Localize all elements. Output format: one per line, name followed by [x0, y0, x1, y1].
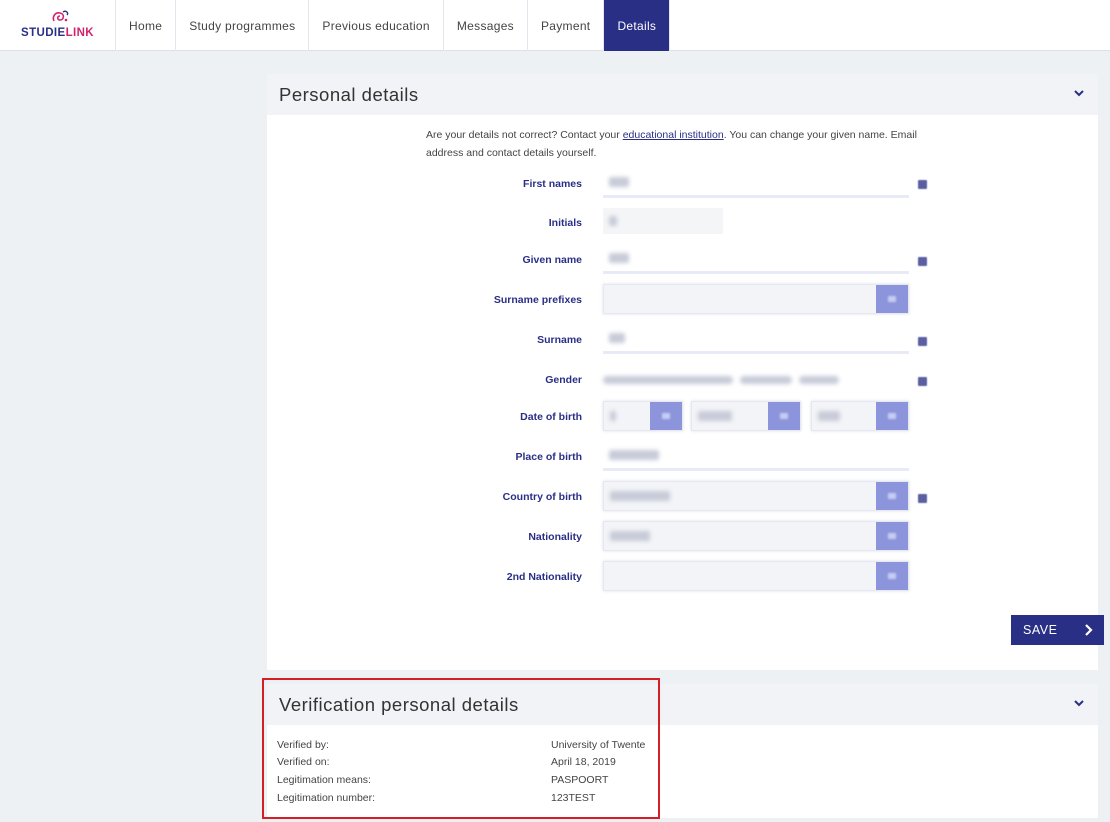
personal-details-header[interactable]: Personal details	[267, 74, 1098, 115]
dropdown-button[interactable]	[768, 402, 800, 430]
given-name-label: Given name	[522, 254, 582, 266]
lock-icon	[918, 494, 927, 503]
first-names-label: First names	[523, 178, 582, 190]
dropdown-button[interactable]	[650, 402, 682, 430]
studielink-logo[interactable]: STUDIELINK	[0, 0, 116, 51]
dropdown-button[interactable]	[876, 482, 908, 510]
second-nationality-label: 2nd Nationality	[506, 571, 582, 583]
surname-input[interactable]	[603, 324, 909, 354]
chevron-down-icon[interactable]	[1072, 696, 1086, 710]
nationality-select[interactable]	[603, 521, 909, 551]
birth-month-select[interactable]	[691, 401, 801, 431]
main-nav: Home Study programmes Previous education…	[116, 0, 671, 51]
birth-year-select[interactable]	[811, 401, 909, 431]
logo-text: STUDIELINK	[21, 27, 95, 39]
highlight-box	[262, 678, 660, 819]
initials-field	[603, 208, 723, 234]
dropdown-button[interactable]	[876, 522, 908, 550]
personal-details-title: Personal details	[279, 84, 419, 105]
chevron-down-icon[interactable]	[1072, 86, 1086, 100]
save-button[interactable]: SAVE	[1011, 615, 1104, 645]
gender-label: Gender	[545, 374, 582, 386]
surname-label: Surname	[537, 334, 582, 346]
dropdown-button[interactable]	[876, 562, 908, 590]
nationality-label: Nationality	[528, 531, 582, 543]
nav-payment[interactable]: Payment	[528, 0, 605, 51]
surname-prefixes-label: Surname prefixes	[493, 294, 582, 306]
educational-institution-link[interactable]: educational institution	[623, 129, 724, 141]
country-of-birth-label: Country of birth	[502, 491, 582, 503]
nav-previous-education[interactable]: Previous education	[309, 0, 444, 51]
date-of-birth-label: Date of birth	[520, 411, 582, 423]
personal-details-panel: Personal details Are your details not co…	[267, 74, 1104, 670]
surname-prefixes-select[interactable]	[603, 284, 909, 314]
given-name-input[interactable]	[603, 244, 909, 274]
nav-details[interactable]: Details	[604, 0, 671, 51]
lock-icon	[918, 337, 927, 346]
nav-study-programmes[interactable]: Study programmes	[176, 0, 310, 51]
chevron-right-icon	[1085, 624, 1093, 636]
place-of-birth-label: Place of birth	[515, 451, 582, 463]
lock-icon	[918, 377, 927, 386]
nav-messages[interactable]: Messages	[444, 0, 528, 51]
country-of-birth-select[interactable]	[603, 481, 909, 511]
dropdown-button[interactable]	[876, 285, 908, 313]
first-names-input[interactable]	[603, 168, 909, 198]
top-bar: STUDIELINK Home Study programmes Previou…	[0, 0, 1110, 51]
place-of-birth-input[interactable]	[603, 441, 909, 471]
gender-radio-group[interactable]	[603, 374, 909, 386]
initials-label: Initials	[548, 217, 582, 229]
dropdown-button[interactable]	[876, 402, 908, 430]
info-text: Are your details not correct? Contact yo…	[426, 129, 917, 159]
second-nationality-select[interactable]	[603, 561, 909, 591]
lock-icon	[918, 257, 927, 266]
logo-swirl-icon	[52, 10, 69, 22]
nav-home[interactable]: Home	[116, 0, 177, 51]
lock-icon	[918, 180, 927, 189]
birth-day-select[interactable]	[603, 401, 683, 431]
